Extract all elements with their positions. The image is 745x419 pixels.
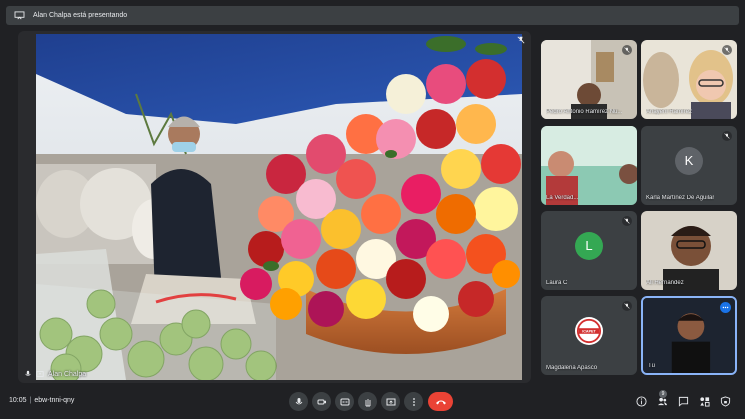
raise-hand-button[interactable] <box>358 392 377 411</box>
participant-tile-anayeni[interactable]: Anayeni Ramírez <box>641 40 737 119</box>
presenting-text: Alan Chalpa está presentando <box>33 12 128 19</box>
present-now-button[interactable] <box>381 392 400 411</box>
screen-share-icon <box>36 371 44 377</box>
pin-off-icon[interactable] <box>517 36 525 44</box>
meeting-time: 10:05 <box>9 397 27 404</box>
participant-name: Pedro Antonio Ramírez Nú... <box>546 109 623 115</box>
participant-name: Karla Martínez De Aguilar <box>646 195 715 201</box>
mic-muted-indicator <box>722 45 732 55</box>
microphone-off-icon <box>25 370 31 376</box>
captions-icon <box>340 398 349 405</box>
presenting-banner: Alan Chalpa está presentando <box>6 6 739 25</box>
chat-icon <box>678 396 689 407</box>
info-icon <box>636 396 647 407</box>
microphone-off-icon <box>724 47 730 53</box>
shared-photo <box>36 34 522 380</box>
mic-muted-indicator <box>622 301 632 311</box>
more-options-button[interactable] <box>720 302 731 313</box>
chat-button[interactable] <box>677 395 690 408</box>
logo-text: ICAPET <box>582 329 596 333</box>
mic-muted-indicator <box>722 131 732 141</box>
meeting-controls-bar: 10:05 | ebw-tnni-qny 9 <box>0 388 745 419</box>
microphone-off-icon <box>624 47 630 53</box>
hand-icon <box>365 398 370 406</box>
participant-name: Magdalena Apasco <box>546 365 598 371</box>
participant-video <box>641 211 737 290</box>
avatar: K <box>675 146 703 175</box>
microphone-off-icon <box>624 303 630 309</box>
mic-muted-indicator <box>622 216 632 226</box>
camera-icon <box>317 399 326 404</box>
avatar: ICAPET <box>575 316 603 345</box>
participant-tile-pedro[interactable]: Pedro Antonio Ramírez Nú... <box>541 40 637 119</box>
activities-shapes-icon <box>700 397 710 407</box>
participant-tile-magdalena[interactable]: ICAPET Magdalena Apasco <box>541 296 637 375</box>
participant-tile-ali[interactable]: Ali Hernandez <box>641 211 737 290</box>
avatar-initial: L <box>585 238 593 254</box>
participant-name: Ali Hernandez <box>646 280 684 286</box>
participant-name: La Verdad... <box>546 195 579 201</box>
captions-button[interactable] <box>335 392 354 411</box>
microphone-off-icon <box>724 133 730 139</box>
participant-name: Anayeni Ramírez <box>646 109 693 115</box>
participant-video <box>541 126 637 205</box>
participant-tile-la-verdad[interactable]: La Verdad... <box>541 126 637 205</box>
presenter-name-text: Alan Chalpa <box>48 370 87 378</box>
meeting-details-button[interactable] <box>635 395 648 408</box>
shared-screen[interactable]: Alan Chalpa <box>18 31 531 383</box>
more-vertical-icon <box>412 397 415 406</box>
participant-tile-self[interactable]: Tú <box>641 296 737 375</box>
leave-call-button[interactable] <box>428 392 453 411</box>
microphone-off-icon <box>624 218 630 224</box>
more-dots-icon <box>722 306 729 309</box>
people-button[interactable]: 9 <box>656 390 669 408</box>
activities-button[interactable] <box>698 395 711 408</box>
presenter-label: Alan Chalpa <box>24 370 86 378</box>
meeting-code: ebw-tnni-qny <box>34 397 75 404</box>
meeting-info: 10:05 | ebw-tnni-qny <box>9 397 74 404</box>
participant-name: Tú <box>648 363 656 369</box>
flower-market-image <box>36 34 522 380</box>
hang-up-icon <box>435 400 446 404</box>
avatar: L <box>575 231 603 260</box>
shield-lock-icon <box>720 396 731 407</box>
microphone-button[interactable] <box>289 392 308 411</box>
present-screen-icon <box>386 398 395 405</box>
avatar-initial: K <box>684 153 694 169</box>
more-options-button[interactable] <box>404 392 423 411</box>
mic-muted-indicator <box>622 45 632 55</box>
camera-button[interactable] <box>312 392 331 411</box>
microphone-icon <box>295 397 302 404</box>
participant-name: Laura C <box>546 280 568 286</box>
presentation-icon <box>14 11 25 20</box>
participant-tile-laura[interactable]: L Laura C <box>541 211 637 290</box>
organization-logo: ICAPET <box>576 318 602 343</box>
people-count-badge: 9 <box>659 390 667 398</box>
participant-tile-karla[interactable]: K Karla Martínez De Aguilar <box>641 126 737 205</box>
host-controls-button[interactable] <box>719 395 732 408</box>
